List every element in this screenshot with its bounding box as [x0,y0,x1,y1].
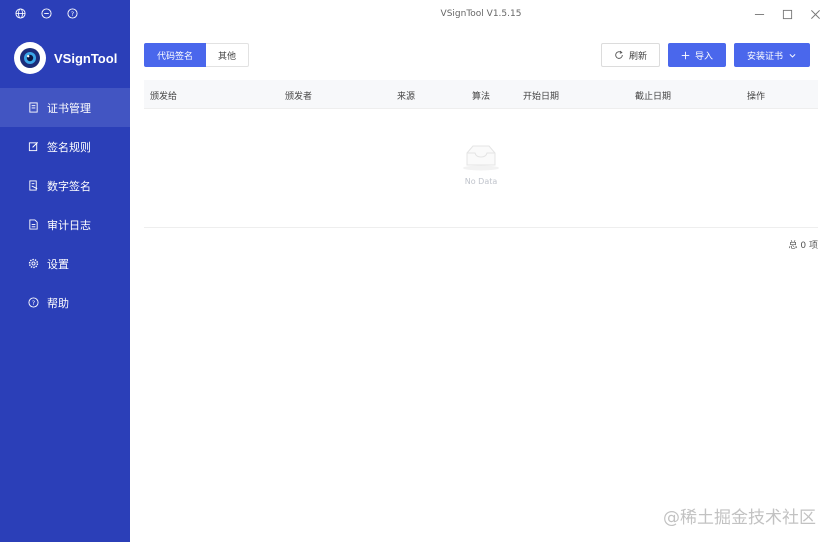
column-header[interactable]: 算法 [472,89,490,102]
sidebar-item-certificates[interactable]: 证书管理 [0,88,130,127]
sidebar-top-icons: ? [12,5,80,21]
brand: VSignTool [14,42,117,74]
certificate-icon [29,102,38,113]
sidebar-item-label: 设置 [47,257,69,271]
refresh-button[interactable]: 刷新 [600,43,660,67]
sidebar-item-label: 数字签名 [47,179,91,193]
plus-icon [681,51,690,59]
column-header[interactable]: 颁发者 [285,89,312,102]
chevron-down-icon [789,53,796,58]
empty-text: No Data [464,177,498,186]
eye-logo-icon [14,42,46,74]
table-header: 颁发给 颁发者 来源 算法 开始日期 截止日期 操作 [144,80,818,109]
maximize-button[interactable] [776,4,798,24]
minimize-button[interactable] [748,4,770,24]
watermark: @稀土掘金技术社区 [663,508,816,528]
title-bar: VSignTool V1.5.15 [130,0,832,30]
import-label: 导入 [694,51,713,62]
sidebar-item-label: 签名规则 [47,140,91,154]
cert-type-tabs: 代码签名 其他 [144,43,250,67]
import-button[interactable]: 导入 [667,43,726,67]
column-header[interactable]: 截止日期 [635,89,671,102]
column-header: 操作 [747,92,766,102]
signature-icon [29,180,38,191]
sidebar-item-help[interactable]: ? 帮助 [0,283,130,322]
sidebar-item-label: 审计日志 [47,218,91,232]
chat-icon[interactable] [38,5,54,21]
sidebar-item-settings[interactable]: 设置 [0,244,130,283]
sidebar: ? VSignTool 证书管理 签名规则 数字签名 审计日志 设置 ? 帮助 [0,0,130,542]
svg-text:?: ? [32,299,35,307]
globe-icon[interactable] [12,5,28,21]
column-header[interactable]: 颁发给 [150,89,177,102]
brand-name: VSignTool [54,50,118,66]
svg-text:?: ? [70,9,73,17]
gear-icon [28,258,39,269]
empty-box-icon [463,145,499,171]
sidebar-nav: 证书管理 签名规则 数字签名 审计日志 设置 ? 帮助 [0,88,130,322]
window-title: VSignTool V1.5.15 [440,9,522,19]
sidebar-item-label: 帮助 [47,296,69,310]
sidebar-item-sign-rules[interactable]: 签名规则 [0,127,130,166]
tab-code-signing[interactable]: 代码签名 [144,43,207,67]
column-header[interactable]: 来源 [397,89,415,102]
install-cert-label: 安装证书 [746,51,783,62]
column-header[interactable]: 开始日期 [523,89,559,102]
sidebar-item-audit-log[interactable]: 审计日志 [0,205,130,244]
sidebar-item-label: 证书管理 [47,101,91,115]
tab-other[interactable]: 其他 [206,43,250,67]
log-icon [29,219,38,230]
table-body: No Data [144,109,818,228]
edit-icon [28,142,38,152]
maximize-icon [782,9,792,19]
help-icon: ? [28,297,39,308]
toolbar-actions: 刷新 导入 安装证书 [600,43,810,67]
refresh-label: 刷新 [628,51,647,62]
window-controls [748,4,826,24]
certificate-table: 颁发给 颁发者 来源 算法 开始日期 截止日期 操作 No Data [144,80,818,228]
empty-state: No Data [144,143,818,186]
help-circle-icon[interactable]: ? [64,5,80,21]
sidebar-item-digital-sign[interactable]: 数字签名 [0,166,130,205]
close-icon [810,9,820,19]
total-count: 总 0 项 [788,241,818,251]
install-cert-button[interactable]: 安装证书 [733,43,810,67]
refresh-icon [615,50,623,59]
minimize-icon [754,13,764,15]
close-button[interactable] [804,4,826,24]
